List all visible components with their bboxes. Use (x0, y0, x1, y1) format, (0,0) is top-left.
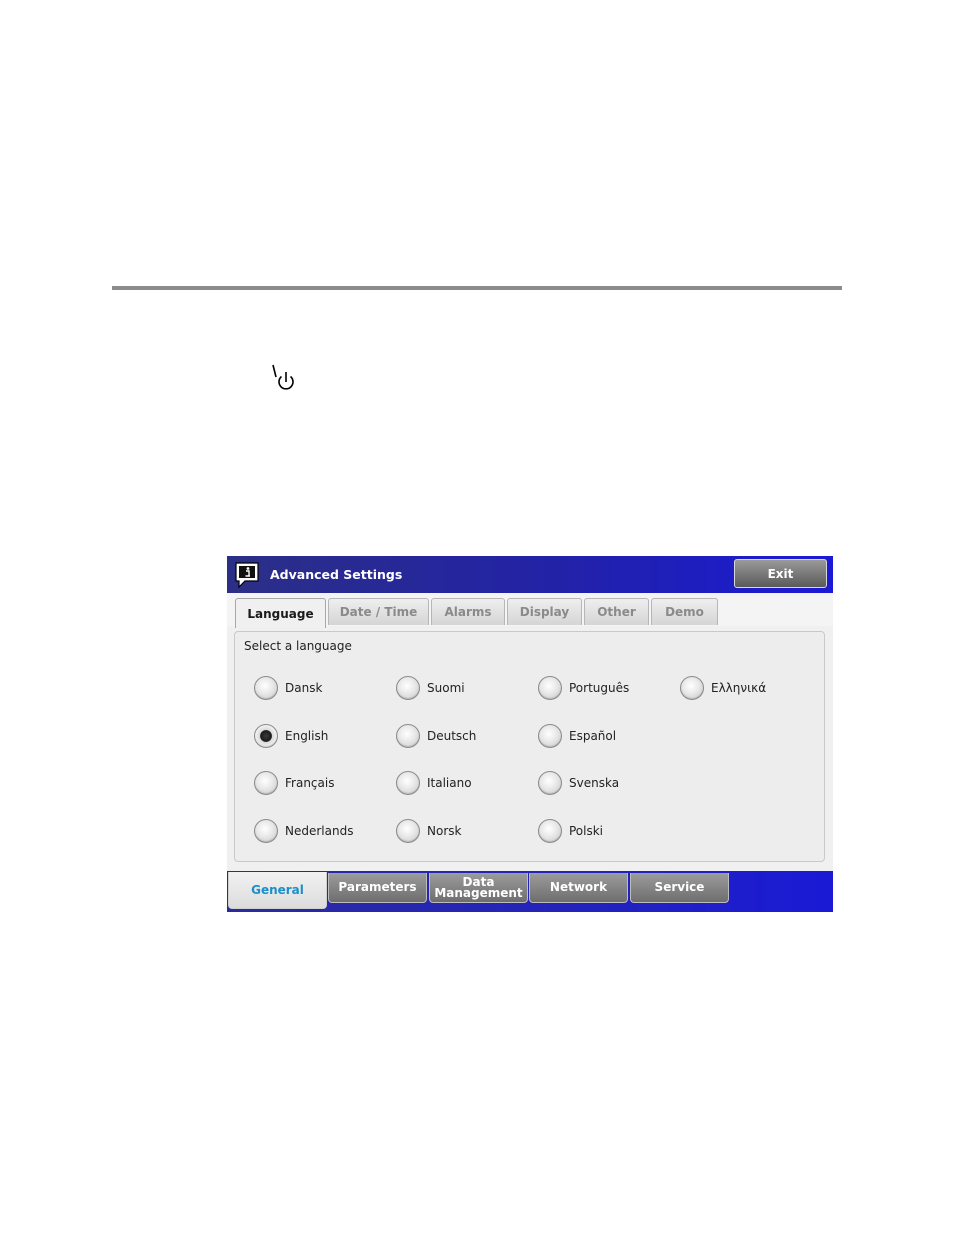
title-bar: Advanced Settings Exit (227, 556, 833, 593)
language-option-francais[interactable]: Français (254, 769, 334, 797)
language-label: Ελληνικά (711, 681, 767, 695)
language-option-espanol[interactable]: Español (538, 722, 616, 750)
nav-tab-parameters[interactable]: Parameters (328, 873, 427, 903)
language-option-portugues[interactable]: Português (538, 674, 629, 702)
nav-tab-network[interactable]: Network (529, 873, 628, 903)
language-panel: Select a language Dansk English Français… (234, 631, 825, 862)
device-screen: Advanced Settings Exit Language Date / T… (227, 556, 833, 912)
tab-language[interactable]: Language (235, 598, 326, 628)
language-label: Français (285, 776, 335, 790)
language-option-greek[interactable]: Ελληνικά (680, 674, 766, 702)
tab-other[interactable]: Other (584, 598, 649, 625)
language-option-deutsch[interactable]: Deutsch (396, 722, 476, 750)
tab-alarms[interactable]: Alarms (431, 598, 505, 625)
info-message-icon (235, 562, 259, 589)
nav-tab-service[interactable]: Service (630, 873, 729, 903)
language-label: Deutsch (427, 729, 477, 743)
language-label: Italiano (427, 776, 472, 790)
exit-button[interactable]: Exit (734, 559, 827, 588)
language-option-nederlands[interactable]: Nederlands (254, 817, 353, 845)
tab-date-time[interactable]: Date / Time (328, 598, 429, 625)
radio-button[interactable] (538, 771, 562, 795)
nav-tab-general[interactable]: General (228, 872, 327, 909)
radio-button[interactable] (538, 724, 562, 748)
nav-tab-data-management[interactable]: Data Management (429, 873, 528, 903)
radio-button[interactable] (396, 724, 420, 748)
window-title: Advanced Settings (270, 567, 403, 582)
radio-button[interactable] (254, 676, 278, 700)
language-option-suomi[interactable]: Suomi (396, 674, 465, 702)
radio-button[interactable] (680, 676, 704, 700)
language-label: Svenska (569, 776, 620, 790)
nav-tab-label-line2: Management (434, 885, 523, 900)
language-label: English (285, 729, 329, 743)
language-option-polski[interactable]: Polski (538, 817, 603, 845)
radio-button[interactable] (254, 819, 278, 843)
power-standby-icon (272, 364, 294, 390)
radio-button[interactable] (538, 819, 562, 843)
radio-button[interactable] (396, 676, 420, 700)
radio-button[interactable] (254, 771, 278, 795)
radio-button-selected[interactable] (254, 724, 278, 748)
tab-demo[interactable]: Demo (651, 598, 718, 625)
panel-label: Select a language (244, 639, 352, 653)
language-label: Nederlands (285, 824, 354, 838)
radio-button[interactable] (396, 771, 420, 795)
language-option-norsk[interactable]: Norsk (396, 817, 461, 845)
language-label: Dansk (285, 681, 323, 695)
language-label: Suomi (427, 681, 465, 695)
language-label: Polski (569, 824, 604, 838)
tab-display[interactable]: Display (507, 598, 582, 625)
language-label: Norsk (427, 824, 462, 838)
language-option-english[interactable]: English (254, 722, 328, 750)
radio-button[interactable] (396, 819, 420, 843)
page-rule (112, 286, 842, 290)
language-option-dansk[interactable]: Dansk (254, 674, 322, 702)
language-option-italiano[interactable]: Italiano (396, 769, 472, 797)
language-label: Português (569, 681, 630, 695)
radio-button[interactable] (538, 676, 562, 700)
language-option-svenska[interactable]: Svenska (538, 769, 619, 797)
language-label: Español (569, 729, 617, 743)
